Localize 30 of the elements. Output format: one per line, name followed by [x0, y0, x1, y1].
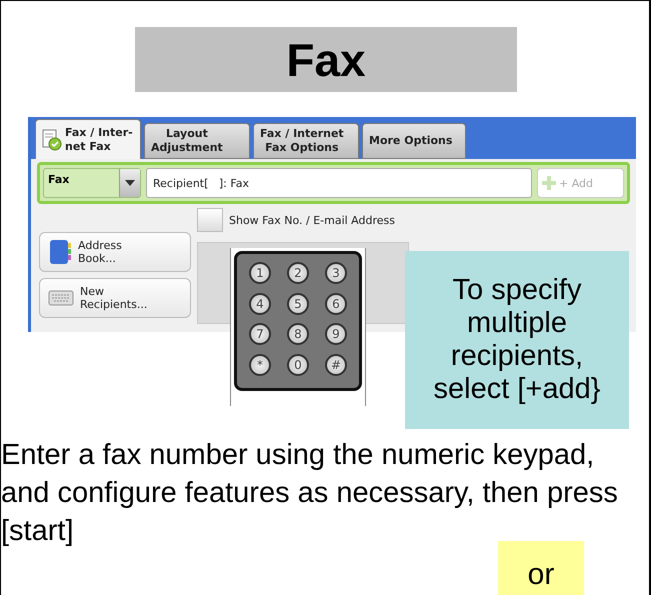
side-button[interactable]: New Recipients... [39, 278, 191, 318]
keypad-key[interactable]: 7 [249, 323, 271, 346]
keypad-key[interactable]: 9 [325, 323, 347, 346]
recipient-field[interactable]: Recipient[ ]: Fax [146, 168, 532, 198]
keypad-key[interactable]: 4 [249, 292, 271, 315]
callout-text: To specify multiple recipients, select [+add} [405, 251, 629, 429]
slide-title: Fax [135, 27, 517, 92]
book-icon [48, 238, 72, 266]
checkbox[interactable] [197, 208, 223, 232]
keypad-key[interactable]: * [249, 354, 271, 376]
tab[interactable]: Fax / Inter- net Fax [35, 119, 141, 159]
tab[interactable]: Layout Adjustment [144, 123, 250, 159]
checkbox-label: Show Fax No. / E-mail Address [229, 214, 395, 226]
side-button[interactable]: Address Book... [39, 232, 191, 272]
document-check-icon [42, 128, 62, 150]
mode-dropdown[interactable]: Fax [43, 168, 141, 198]
keypad-key[interactable]: 2 [287, 262, 309, 284]
keypad-key[interactable]: 8 [287, 323, 309, 346]
keypad-key[interactable]: 0 [287, 354, 309, 376]
tab[interactable]: Fax / Internet Fax Options [253, 123, 359, 159]
keypad-key[interactable]: # [325, 354, 347, 376]
keypad-key[interactable]: 6 [325, 292, 347, 315]
keypad-key[interactable]: 5 [287, 292, 309, 315]
keypad-key[interactable]: 1 [249, 262, 271, 284]
keypad-key[interactable]: 3 [325, 262, 347, 284]
keyboard-icon [48, 290, 74, 306]
plus-icon [542, 176, 556, 190]
highlight-text: or [498, 541, 584, 595]
caret-icon [125, 180, 135, 186]
tab[interactable]: More Options [362, 123, 466, 159]
